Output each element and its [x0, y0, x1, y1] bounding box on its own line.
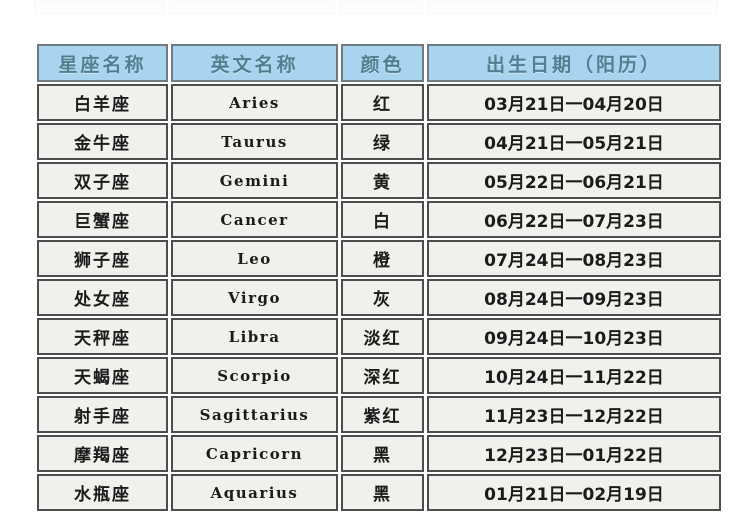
cell-english: Leo: [171, 240, 338, 277]
table-header-row: 星座名称 英文名称 颜色 出生日期（阳历）: [37, 44, 721, 82]
ghost-cell-name: [34, 0, 165, 14]
ghost-cell-color: [339, 0, 423, 14]
cell-color: 黑: [341, 474, 424, 511]
cell-birthdate: 08月24日一09月23日: [427, 279, 721, 316]
cell-birthdate: 09月24日一10月23日: [427, 318, 721, 355]
cell-english: Taurus: [171, 123, 338, 160]
table-row: 白羊座 Aries 红 03月21日一04月20日: [37, 84, 721, 121]
cell-name: 白羊座: [37, 84, 168, 121]
table-row: 处女座 Virgo 灰 08月24日一09月23日: [37, 279, 721, 316]
cell-english: Libra: [171, 318, 338, 355]
table-row: 天蝎座 Scorpio 深红 10月24日一11月22日: [37, 357, 721, 394]
cell-birthdate: 03月21日一04月20日: [427, 84, 721, 121]
cell-english: Gemini: [171, 162, 338, 199]
cell-color: 黄: [341, 162, 424, 199]
cell-english: Capricorn: [171, 435, 338, 472]
column-header-name: 星座名称: [37, 44, 168, 82]
table-row: 金牛座 Taurus 绿 04月21日一05月21日: [37, 123, 721, 160]
cell-name: 射手座: [37, 396, 168, 433]
ghost-cell-english: [168, 0, 336, 14]
cell-english: Aquarius: [171, 474, 338, 511]
cell-name: 水瓶座: [37, 474, 168, 511]
table-row: 狮子座 Leo 橙 07月24日一08月23日: [37, 240, 721, 277]
cell-color: 白: [341, 201, 424, 238]
cell-color: 灰: [341, 279, 424, 316]
cell-birthdate: 10月24日一11月22日: [427, 357, 721, 394]
cut-off-ghost-row: [34, 0, 718, 14]
table-header: 星座名称 英文名称 颜色 出生日期（阳历）: [37, 44, 721, 82]
cell-color: 黑: [341, 435, 424, 472]
zodiac-table-container: 星座名称 英文名称 颜色 出生日期（阳历） 白羊座 Aries 红 03月21日一04…: [34, 42, 721, 513]
cell-english: Sagittarius: [171, 396, 338, 433]
column-header-color: 颜色: [341, 44, 424, 82]
cell-color: 淡红: [341, 318, 424, 355]
cell-english: Scorpio: [171, 357, 338, 394]
table-body: 白羊座 Aries 红 03月21日一04月20日 金牛座 Taurus 绿 04月21日一0…: [37, 84, 721, 511]
cell-color: 深红: [341, 357, 424, 394]
cell-birthdate: 06月22日一07月23日: [427, 201, 721, 238]
cell-english: Cancer: [171, 201, 338, 238]
cell-name: 巨蟹座: [37, 201, 168, 238]
table-row: 巨蟹座 Cancer 白 06月22日一07月23日: [37, 201, 721, 238]
cell-birthdate: 07月24日一08月23日: [427, 240, 721, 277]
zodiac-table: 星座名称 英文名称 颜色 出生日期（阳历） 白羊座 Aries 红 03月21日一04…: [34, 42, 724, 513]
column-header-english: 英文名称: [171, 44, 338, 82]
cell-birthdate: 05月22日一06月21日: [427, 162, 721, 199]
cell-birthdate: 01月21日一02月19日: [427, 474, 721, 511]
table-row: 双子座 Gemini 黄 05月22日一06月21日: [37, 162, 721, 199]
table-row: 射手座 Sagittarius 紫红 11月23日一12月22日: [37, 396, 721, 433]
cell-name: 天蝎座: [37, 357, 168, 394]
table-row: 天秤座 Libra 淡红 09月24日一10月23日: [37, 318, 721, 355]
cell-name: 双子座: [37, 162, 168, 199]
cell-name: 天秤座: [37, 318, 168, 355]
cell-color: 紫红: [341, 396, 424, 433]
table-row: 摩羯座 Capricorn 黑 12月23日一01月22日: [37, 435, 721, 472]
column-header-birthdate: 出生日期（阳历）: [427, 44, 721, 82]
ghost-cell-date: [426, 0, 718, 14]
cell-birthdate: 11月23日一12月22日: [427, 396, 721, 433]
cell-birthdate: 04月21日一05月21日: [427, 123, 721, 160]
cell-name: 狮子座: [37, 240, 168, 277]
cell-color: 橙: [341, 240, 424, 277]
table-row: 水瓶座 Aquarius 黑 01月21日一02月19日: [37, 474, 721, 511]
cell-name: 处女座: [37, 279, 168, 316]
cell-english: Virgo: [171, 279, 338, 316]
cell-name: 摩羯座: [37, 435, 168, 472]
cell-color: 绿: [341, 123, 424, 160]
cell-birthdate: 12月23日一01月22日: [427, 435, 721, 472]
cell-color: 红: [341, 84, 424, 121]
cell-name: 金牛座: [37, 123, 168, 160]
cell-english: Aries: [171, 84, 338, 121]
